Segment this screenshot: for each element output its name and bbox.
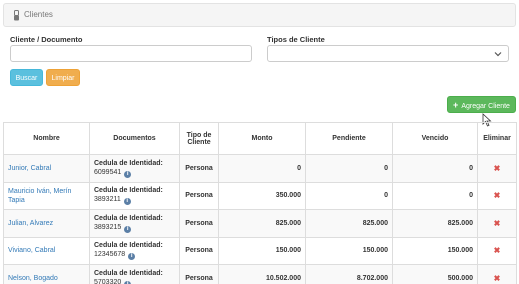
header-eliminar: Eliminar (477, 122, 517, 155)
document-label: Cedula de Identidad: (94, 269, 163, 277)
client-name-link[interactable]: Nelson, Bogado (3, 264, 90, 284)
header-pendiente: Pendiente (305, 122, 393, 155)
monto-cell: 0 (218, 154, 306, 183)
client-type-cell: Persona (179, 181, 219, 210)
document-number: 12345678 (94, 251, 126, 259)
info-icon[interactable]: i (124, 170, 132, 178)
monto-cell: 825.000 (218, 209, 306, 238)
header-vencido: Vencido (392, 122, 478, 155)
client-name-link[interactable]: Junior, Cabral (3, 154, 90, 183)
delete-icon[interactable]: ✖ (477, 154, 517, 183)
vencido-cell: 500.000 (392, 264, 478, 284)
client-type-cell: Persona (179, 236, 219, 265)
document-number: 3893215 (94, 223, 122, 231)
vencido-cell: 825.000 (392, 209, 478, 238)
header-documentos: Documentos (89, 122, 180, 155)
document-number: 6099541 (94, 168, 122, 176)
pendiente-cell: 0 (305, 181, 393, 210)
client-type-cell: Persona (179, 209, 219, 238)
chevron-down-icon (494, 52, 502, 57)
client-name-link[interactable]: Mauricio Iván, Merín Tapia (3, 181, 90, 210)
info-icon[interactable]: i (123, 198, 131, 206)
client-search-input[interactable] (10, 45, 252, 62)
vencido-cell: 0 (392, 181, 478, 210)
vencido-cell: 0 (392, 154, 478, 183)
pendiente-cell: 150.000 (305, 236, 393, 265)
user-icon (14, 10, 19, 21)
document-label: Cedula de Identidad: (94, 242, 163, 250)
vencido-cell: 150.000 (392, 236, 478, 265)
header-tipo: Tipo de Cliente (179, 122, 219, 155)
client-name-link[interactable]: Julian, Alvarez (3, 209, 90, 238)
document-label: Cedula de Identidad: (94, 187, 163, 195)
search-button[interactable]: Buscar (10, 69, 43, 86)
client-type-select[interactable] (267, 45, 509, 62)
client-type-label: Tipos de Cliente (267, 35, 325, 44)
monto-cell: 10.502.000 (218, 264, 306, 284)
panel-heading: Clientes (3, 3, 516, 27)
document-cell: Cedula de Identidad: 3893215 i (89, 209, 180, 238)
document-cell: Cedula de Identidad: 12345678 i (89, 236, 180, 265)
document-number: 5703320 (94, 278, 122, 284)
table-row: Viviano, Cabral Cedula de Identidad: 1234… (3, 236, 517, 265)
document-cell: Cedula de Identidad: 6099541 i (89, 154, 180, 183)
info-icon[interactable]: i (124, 225, 132, 233)
table-row: Nelson, Bogado Cedula de Identidad: 57033… (3, 264, 517, 284)
clients-table: Nombre Documentos Tipo de Cliente Monto … (3, 122, 517, 284)
pendiente-cell: 8.702.000 (305, 264, 393, 284)
client-name-link[interactable]: Viviano, Cabral (3, 236, 90, 265)
delete-icon[interactable]: ✖ (477, 209, 517, 238)
document-cell: Cedula de Identidad: 3893211 i (89, 181, 180, 210)
table-row: Junior, Cabral Cedula de Identidad: 60995… (3, 154, 517, 183)
document-cell: Cedula de Identidad: 5703320 i (89, 264, 180, 284)
add-client-button[interactable]: + Agregar Cliente (447, 96, 516, 113)
client-type-cell: Persona (179, 154, 219, 183)
table-row: Julian, Alvarez Cedula de Identidad: 3893… (3, 209, 517, 238)
table-header-row: Nombre Documentos Tipo de Cliente Monto … (3, 122, 517, 155)
monto-cell: 350.000 (218, 181, 306, 210)
document-label: Cedula de Identidad: (94, 159, 163, 167)
delete-icon[interactable]: ✖ (477, 264, 517, 284)
info-icon[interactable]: i (128, 253, 136, 261)
monto-cell: 150.000 (218, 236, 306, 265)
table-row: Mauricio Iván, Merín Tapia Cedula de Ide… (3, 181, 517, 210)
document-label: Cedula de Identidad: (94, 214, 163, 222)
document-number: 3893211 (94, 196, 121, 204)
header-monto: Monto (218, 122, 306, 155)
pendiente-cell: 0 (305, 154, 393, 183)
client-search-label: Cliente / Documento (10, 35, 83, 44)
delete-icon[interactable]: ✖ (477, 181, 517, 210)
add-client-label: Agregar Cliente (461, 103, 510, 110)
delete-icon[interactable]: ✖ (477, 236, 517, 265)
clear-button[interactable]: Limpiar (46, 69, 80, 86)
panel-title: Clientes (24, 10, 53, 19)
client-type-cell: Persona (179, 264, 219, 284)
plus-icon: + (453, 100, 459, 110)
pendiente-cell: 825.000 (305, 209, 393, 238)
header-nombre: Nombre (3, 122, 90, 155)
